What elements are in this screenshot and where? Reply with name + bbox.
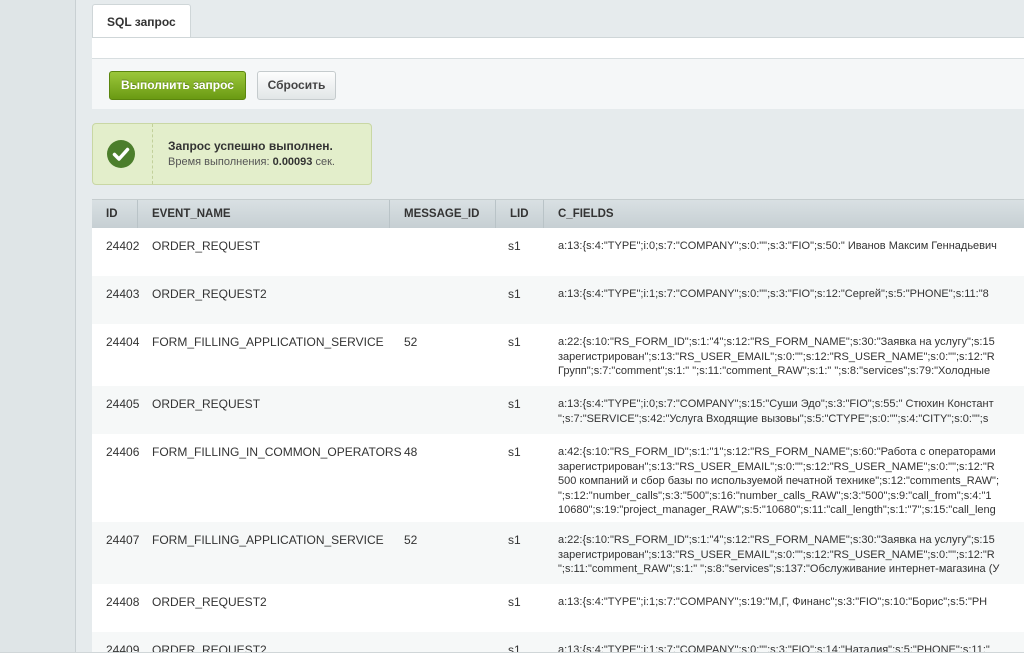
column-header-lid[interactable]: LID bbox=[496, 200, 544, 228]
cell-lid: s1 bbox=[508, 239, 521, 253]
cell-event-name: ORDER_REQUEST2 bbox=[152, 287, 267, 301]
cell-event-name: ORDER_REQUEST bbox=[152, 397, 261, 411]
table-row[interactable]: 24406 FORM_FILLING_IN_COMMON_OPERATORS 48 s… bbox=[92, 434, 1024, 522]
cell-id: 24403 bbox=[106, 287, 140, 301]
cell-event-name: FORM_FILLING_APPLICATION_SERVICE bbox=[152, 335, 384, 349]
column-header-id[interactable]: ID bbox=[92, 200, 138, 228]
cell-lid: s1 bbox=[508, 397, 521, 411]
c-fields-line: ";s:11:"comment_RAW";s:1:" ";s:8:"servic… bbox=[558, 563, 1000, 575]
notice-icon-area bbox=[93, 124, 153, 184]
cell-event-name: ORDER_REQUEST2 bbox=[152, 595, 267, 609]
column-header-c-fields[interactable]: C_FIELDS bbox=[544, 200, 1024, 228]
cell-message-id: 52 bbox=[404, 533, 418, 547]
c-fields-line: зарегистрирован";s:13:"RS_USER_EMAIL";s:… bbox=[558, 548, 995, 561]
table-row[interactable]: 24407 FORM_FILLING_APPLICATION_SERVICE 52 s… bbox=[92, 522, 1024, 584]
c-fields-line: a:13:{s:4:"TYPE";i:1;s:7:"COMPANY";s:0:"… bbox=[558, 288, 989, 300]
c-fields-line: a:42:{s:10:"RS_FORM_ID";s:1:"1";s:12:"RS… bbox=[558, 446, 996, 458]
cell-c-fields: a:22:{s:10:"RS_FORM_ID";s:1:"4";s:12:"RS… bbox=[558, 335, 995, 379]
cell-lid: s1 bbox=[508, 445, 521, 459]
c-fields-line: Групп";s:7:"comment";s:1:" ";s:11:"comme… bbox=[558, 365, 991, 377]
left-sidebar bbox=[0, 0, 76, 657]
reset-button[interactable]: Сбросить bbox=[257, 71, 336, 100]
c-fields-line: a:13:{s:4:"TYPE";i:0;s:7:"COMPANY";s:15:… bbox=[558, 398, 994, 410]
cell-event-name: ORDER_REQUEST bbox=[152, 239, 261, 253]
cell-event-name: FORM_FILLING_IN_COMMON_OPERATORS bbox=[152, 445, 402, 459]
success-notice: Запрос успешно выполнен. Время выполнени… bbox=[92, 123, 372, 185]
execution-time: Время выполнения: 0.00093 сек. bbox=[168, 156, 335, 168]
c-fields-line: a:22:{s:10:"RS_FORM_ID";s:1:"4";s:12:"RS… bbox=[558, 534, 995, 546]
tab-sql-query[interactable]: SQL запрос bbox=[92, 4, 191, 39]
cell-lid: s1 bbox=[508, 533, 521, 547]
table-row[interactable]: 24405 ORDER_REQUEST s1 a:13:{s:4:"TYPE";i:0… bbox=[92, 386, 1024, 434]
cell-c-fields: a:42:{s:10:"RS_FORM_ID";s:1:"1";s:12:"RS… bbox=[558, 445, 999, 518]
main-content: SQL запрос Выполнить запрос Сбросить Зап… bbox=[76, 0, 1024, 657]
table-row[interactable]: 24403 ORDER_REQUEST2 s1 a:13:{s:4:"TYPE";i:… bbox=[92, 276, 1024, 324]
actions-area: Выполнить запрос Сбросить bbox=[92, 59, 1024, 109]
cell-c-fields: a:13:{s:4:"TYPE";i:1;s:7:"COMPANY";s:0:"… bbox=[558, 287, 989, 302]
query-editor-strip[interactable] bbox=[92, 38, 1024, 59]
c-fields-line: ";s:7:"SERVICE";s:42:"Услуга Входящие вы… bbox=[558, 412, 989, 425]
cell-id: 24406 bbox=[106, 445, 140, 459]
c-fields-line: a:13:{s:4:"TYPE";i:0;s:7:"COMPANY";s:0:"… bbox=[558, 240, 997, 252]
execution-time-unit: сек. bbox=[315, 156, 335, 168]
bottom-scrollbar[interactable] bbox=[0, 652, 1024, 658]
c-fields-line: a:13:{s:4:"TYPE";i:1;s:7:"COMPANY";s:19:… bbox=[558, 596, 988, 608]
cell-c-fields: a:13:{s:4:"TYPE";i:0;s:7:"COMPANY";s:15:… bbox=[558, 397, 994, 426]
cell-c-fields: a:13:{s:4:"TYPE";i:0;s:7:"COMPANY";s:0:"… bbox=[558, 239, 997, 254]
run-query-button[interactable]: Выполнить запрос bbox=[109, 71, 246, 100]
cell-message-id: 52 bbox=[404, 335, 418, 349]
table-row[interactable]: 24404 FORM_FILLING_APPLICATION_SERVICE 52 s… bbox=[92, 324, 1024, 386]
execution-time-label: Время выполнения: bbox=[168, 156, 270, 168]
table-header: ID EVENT_NAME MESSAGE_ID LID C_FIELDS bbox=[92, 200, 1024, 229]
results-table: ID EVENT_NAME MESSAGE_ID LID C_FIELDS 24… bbox=[92, 199, 1024, 657]
table-row[interactable]: 24408 ORDER_REQUEST2 s1 a:13:{s:4:"TYPE";i:… bbox=[92, 584, 1024, 632]
cell-id: 24408 bbox=[106, 595, 140, 609]
cell-id: 24405 bbox=[106, 397, 140, 411]
c-fields-line: зарегистрирован";s:13:"RS_USER_EMAIL";s:… bbox=[558, 350, 995, 363]
cell-c-fields: a:13:{s:4:"TYPE";i:1;s:7:"COMPANY";s:19:… bbox=[558, 595, 987, 610]
cell-lid: s1 bbox=[508, 287, 521, 301]
table-row[interactable]: 24402 ORDER_REQUEST s1 a:13:{s:4:"TYPE";i:0… bbox=[92, 228, 1024, 276]
column-header-message-id[interactable]: MESSAGE_ID bbox=[390, 200, 496, 228]
c-fields-line: 10680";s:19:"project_manager_RAW";s:5:"1… bbox=[558, 504, 996, 516]
cell-id: 24407 bbox=[106, 533, 140, 547]
cell-event-name: FORM_FILLING_APPLICATION_SERVICE bbox=[152, 533, 384, 547]
cell-message-id: 48 bbox=[404, 445, 418, 459]
c-fields-line: ";s:12:"number_calls";s:3:"500";s:16:"nu… bbox=[558, 489, 992, 502]
tabs-bar: SQL запрос bbox=[92, 0, 1024, 40]
cell-lid: s1 bbox=[508, 335, 521, 349]
tab-panel: Выполнить запрос Сбросить bbox=[92, 37, 1024, 109]
cell-lid: s1 bbox=[508, 595, 521, 609]
c-fields-line: 500 компаний и сбор базы по используемой… bbox=[558, 475, 1000, 487]
c-fields-line: a:22:{s:10:"RS_FORM_ID";s:1:"4";s:12:"RS… bbox=[558, 336, 995, 348]
cell-id: 24404 bbox=[106, 335, 140, 349]
execution-time-value: 0.00093 bbox=[272, 156, 313, 168]
cell-c-fields: a:22:{s:10:"RS_FORM_ID";s:1:"4";s:12:"RS… bbox=[558, 533, 999, 577]
c-fields-line: зарегистрирован";s:13:"RS_USER_EMAIL";s:… bbox=[558, 460, 995, 473]
check-icon bbox=[107, 140, 135, 168]
notice-title: Запрос успешно выполнен. bbox=[168, 139, 333, 153]
cell-id: 24402 bbox=[106, 239, 140, 253]
column-header-event-name[interactable]: EVENT_NAME bbox=[138, 200, 390, 228]
